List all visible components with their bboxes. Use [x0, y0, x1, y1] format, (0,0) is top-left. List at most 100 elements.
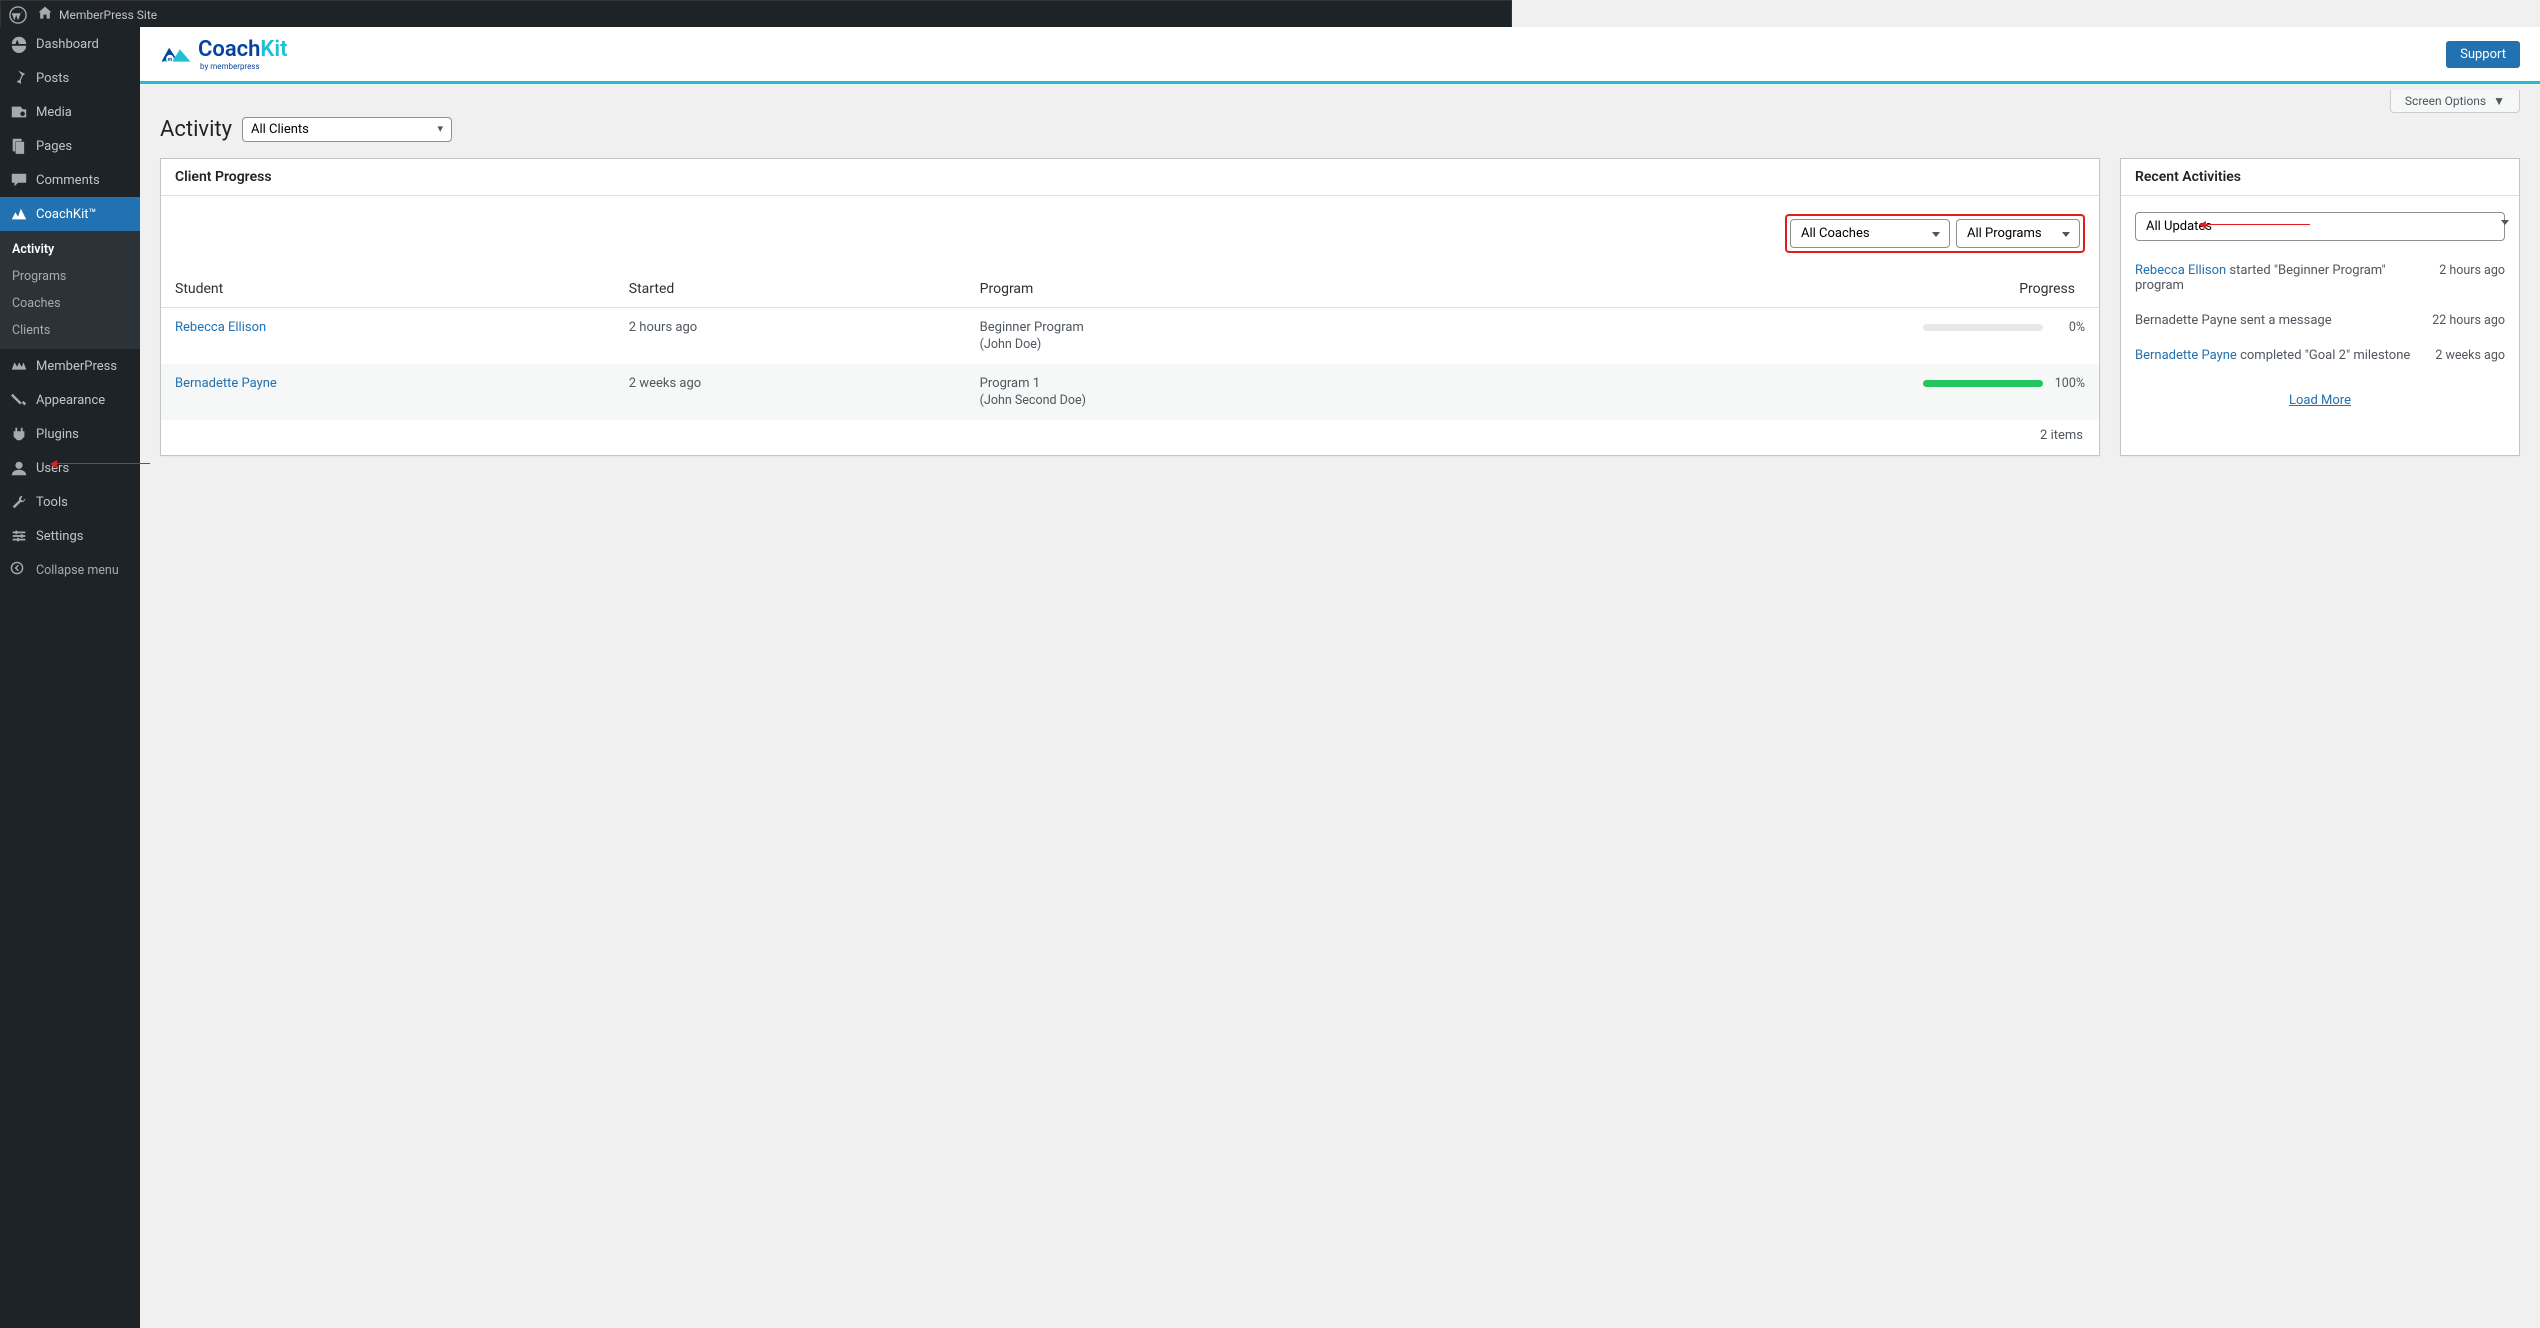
home-icon[interactable] — [37, 5, 53, 24]
table-row: Bernadette Payne 2 weeks ago Program 1 (… — [161, 364, 2099, 420]
progress-bar — [1923, 380, 2043, 387]
main-content: m CoachKit by memberpress Support Screen… — [140, 27, 2540, 1328]
coachkit-icon — [10, 205, 28, 223]
sidebar-label: Posts — [36, 71, 69, 86]
sidebar-item-appearance[interactable]: Appearance — [0, 383, 140, 417]
activity-item: Bernadette Payne sent a message 22 hours… — [2135, 303, 2505, 338]
items-count: 2 items — [161, 420, 2099, 455]
collapse-label: Collapse menu — [36, 563, 119, 578]
program-cell: Beginner Program (John Doe) — [966, 308, 1435, 365]
recent-activities-panel: Recent Activities All Updates Rebecca El… — [2120, 158, 2520, 456]
sidebar-item-coachkit[interactable]: CoachKit™ — [0, 197, 140, 231]
page-icon — [10, 137, 28, 155]
sidebar-item-media[interactable]: Media — [0, 95, 140, 129]
pin-icon — [10, 69, 28, 87]
client-progress-table: Student Started Program Progress Rebecca… — [161, 271, 2099, 420]
student-link[interactable]: Rebecca Ellison — [175, 320, 266, 335]
collapse-menu-button[interactable]: Collapse menu — [0, 553, 140, 587]
page-title: Activity — [160, 117, 232, 142]
activity-time: 22 hours ago — [2432, 313, 2505, 328]
arrow-annotation — [56, 463, 150, 464]
started-cell: 2 weeks ago — [615, 364, 966, 420]
activity-time: 2 hours ago — [2439, 263, 2505, 278]
collapse-icon — [10, 561, 28, 579]
activity-list: Rebecca Ellison started "Beginner Progra… — [2121, 247, 2519, 379]
submenu-clients[interactable]: Clients — [0, 317, 140, 344]
coachkit-submenu: Activity Programs Coaches Clients — [0, 231, 140, 349]
sidebar-label: Appearance — [36, 393, 105, 408]
dashboard-icon — [10, 35, 28, 53]
logo-subtext: by memberpress — [200, 62, 287, 71]
sidebar-item-tools[interactable]: Tools — [0, 485, 140, 519]
th-progress[interactable]: Progress — [1435, 271, 2099, 308]
activity-item: Bernadette Payne completed "Goal 2" mile… — [2135, 338, 2505, 373]
page-title-row: Activity All Clients — [140, 113, 2540, 158]
sidebar-label: Plugins — [36, 427, 79, 442]
filters-highlight-box: All Coaches All Programs — [1785, 214, 2085, 253]
load-more-wrap: Load More — [2121, 379, 2519, 424]
started-cell: 2 hours ago — [615, 308, 966, 365]
admin-sidebar: Dashboard Posts Media Pages Comments Coa… — [0, 27, 140, 1328]
coachkit-logo: m CoachKit by memberpress — [160, 37, 287, 71]
student-link[interactable]: Bernadette Payne — [175, 376, 277, 391]
sidebar-item-comments[interactable]: Comments — [0, 163, 140, 197]
right-panel-title: Recent Activities — [2121, 159, 2519, 196]
progress-cell: 0% — [1449, 320, 2085, 335]
updates-filter-dropdown[interactable]: All Updates — [2135, 212, 2505, 241]
admin-bar: MemberPress Site — [1, 1, 1511, 28]
sidebar-item-memberpress[interactable]: MemberPress — [0, 349, 140, 383]
submenu-coaches[interactable]: Coaches — [0, 290, 140, 317]
sidebar-label: MemberPress — [36, 359, 117, 374]
sidebar-item-dashboard[interactable]: Dashboard — [0, 27, 140, 61]
activity-link[interactable]: Bernadette Payne — [2135, 348, 2237, 363]
activity-link[interactable]: Rebecca Ellison — [2135, 263, 2226, 278]
sidebar-label: Pages — [36, 139, 72, 154]
filters-row: All Coaches All Programs — [161, 196, 2099, 271]
sidebar-label: Media — [36, 105, 72, 120]
programs-filter-dropdown[interactable]: All Programs — [1956, 219, 2080, 248]
progress-bar — [1923, 324, 2043, 331]
left-panel-title: Client Progress — [161, 159, 2099, 196]
screen-options-button[interactable]: Screen Options ▼ — [2390, 90, 2520, 113]
sidebar-item-pages[interactable]: Pages — [0, 129, 140, 163]
comment-icon — [10, 171, 28, 189]
sidebar-label: Comments — [36, 173, 100, 188]
th-program[interactable]: Program — [966, 271, 1435, 308]
progress-cell: 100% — [1449, 376, 2085, 391]
submenu-programs[interactable]: Programs — [0, 263, 140, 290]
sidebar-item-plugins[interactable]: Plugins — [0, 417, 140, 451]
sidebar-label: Tools — [36, 495, 68, 510]
logo-icon: m — [160, 42, 192, 66]
sidebar-item-users[interactable]: Users — [0, 451, 140, 485]
screen-options-label: Screen Options — [2405, 94, 2486, 108]
client-progress-panel: Client Progress All Coaches All Programs — [160, 158, 2100, 456]
settings-icon — [10, 527, 28, 545]
progress-label: 100% — [2051, 376, 2085, 391]
submenu-activity[interactable]: Activity — [0, 236, 140, 263]
svg-text:m: m — [168, 57, 173, 63]
memberpress-icon — [10, 357, 28, 375]
sidebar-label: CoachKit™ — [36, 207, 97, 222]
tools-icon — [10, 493, 28, 511]
progress-label: 0% — [2051, 320, 2085, 335]
activity-time: 2 weeks ago — [2435, 348, 2505, 363]
sidebar-item-posts[interactable]: Posts — [0, 61, 140, 95]
sidebar-label: Settings — [36, 529, 83, 544]
site-name-link[interactable]: MemberPress Site — [59, 8, 157, 22]
th-started[interactable]: Started — [615, 271, 966, 308]
table-row: Rebecca Ellison 2 hours ago Beginner Pro… — [161, 308, 2099, 365]
program-cell: Program 1 (John Second Doe) — [966, 364, 1435, 420]
media-icon — [10, 103, 28, 121]
wordpress-logo-icon[interactable] — [9, 6, 27, 24]
activity-item: Rebecca Ellison started "Beginner Progra… — [2135, 253, 2505, 303]
appearance-icon — [10, 391, 28, 409]
support-button[interactable]: Support — [2446, 41, 2520, 68]
load-more-link[interactable]: Load More — [2289, 393, 2351, 408]
sidebar-item-settings[interactable]: Settings — [0, 519, 140, 553]
sidebar-label: Dashboard — [36, 37, 99, 52]
clients-dropdown[interactable]: All Clients — [242, 117, 452, 142]
th-student[interactable]: Student — [161, 271, 615, 308]
coaches-filter-dropdown[interactable]: All Coaches — [1790, 219, 1950, 248]
arrow-annotation — [2205, 224, 2310, 225]
header-bar: m CoachKit by memberpress Support — [140, 27, 2540, 84]
